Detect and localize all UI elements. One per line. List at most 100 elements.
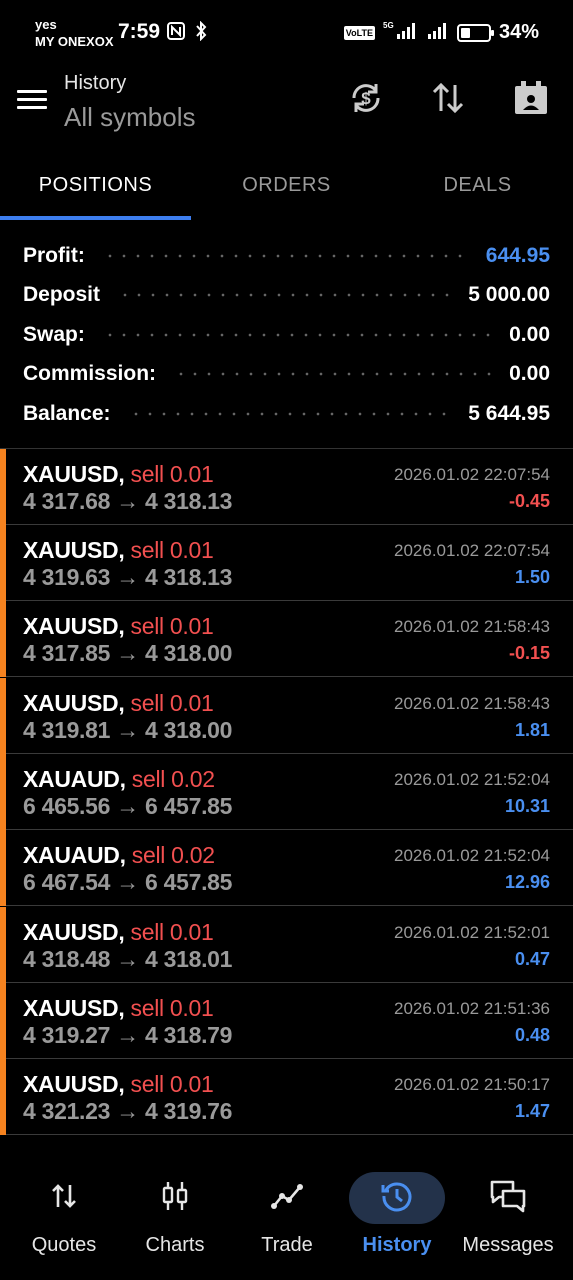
page-title: History (64, 72, 127, 94)
position-marker (0, 601, 6, 677)
signal-icon: 5G (383, 20, 419, 45)
position-profit: 0.47 (514, 949, 550, 969)
position-profit: 12.96 (504, 872, 550, 892)
position-symbol: XAUUSD, (23, 1071, 125, 1097)
position-side: sell 0.01 (130, 537, 214, 563)
nav-label: Messages (462, 1234, 554, 1256)
nav-charts[interactable]: Charts (120, 1172, 230, 1262)
summary-label: Commission: (23, 362, 157, 385)
nav-label: Trade (261, 1234, 313, 1256)
position-time: 2026.01.02 21:52:04 (394, 846, 550, 865)
currency-refresh-button[interactable]: $ (344, 78, 388, 122)
position-symbol: XAUUSD, (23, 995, 125, 1021)
tab-orders[interactable]: ORDERS (191, 150, 382, 220)
position-profit: -0.45 (508, 491, 550, 511)
position-profit: 1.81 (514, 720, 550, 740)
tab-positions[interactable]: POSITIONS (0, 150, 191, 220)
position-time: 2026.01.02 21:50:17 (394, 1075, 550, 1094)
history-icon (380, 1179, 414, 1218)
nav-trade[interactable]: Trade (232, 1172, 342, 1262)
position-row[interactable]: XAUUSD, sell 0.01 4 321.23 → 4 319.76 20… (0, 1059, 573, 1135)
svg-text:$: $ (361, 89, 371, 108)
position-symbol: XAUUSD, (23, 537, 125, 563)
position-profit: -0.15 (508, 643, 550, 663)
position-row[interactable]: XAUUSD, sell 0.01 4 317.85 → 4 318.00 20… (0, 601, 573, 677)
position-marker (0, 830, 6, 906)
tab-deals[interactable]: DEALS (382, 150, 573, 220)
position-row[interactable]: XAUUSD, sell 0.01 4 319.63 → 4 318.13 20… (0, 525, 573, 601)
position-prices: 4 318.48 → 4 318.01 (23, 946, 233, 972)
position-time: 2026.01.02 22:07:54 (394, 541, 550, 560)
position-profit: 10.31 (504, 796, 550, 816)
symbol-filter[interactable]: All symbols (64, 102, 195, 133)
summary-value: 5 644.95 (468, 402, 550, 425)
summary-value: 5 000.00 (468, 283, 550, 306)
calendar-button[interactable] (509, 78, 553, 122)
nav-history[interactable]: History (342, 1172, 452, 1262)
position-symbol: XAUAUD, (23, 766, 126, 792)
sort-button[interactable] (426, 78, 470, 122)
position-side: sell 0.02 (131, 766, 215, 792)
sort-arrows-icon (429, 79, 467, 122)
summary-value: 644.95 (485, 244, 550, 267)
battery-percent: 34% (498, 21, 539, 43)
position-side: sell 0.01 (130, 690, 214, 716)
nfc-icon (166, 21, 186, 46)
position-time: 2026.01.02 21:58:43 (394, 694, 550, 713)
position-time: 2026.01.02 21:58:43 (394, 617, 550, 636)
position-prices: 6 465.56 → 6 457.85 (23, 793, 233, 819)
nav-messages[interactable]: Messages (453, 1172, 563, 1262)
position-side: sell 0.01 (130, 919, 214, 945)
position-marker (0, 983, 6, 1059)
position-prices: 4 319.63 → 4 318.13 (23, 564, 233, 590)
trade-icon (271, 1181, 303, 1216)
calendar-icon (512, 79, 550, 122)
summary-value: 0.00 (509, 323, 550, 346)
bottom-navigation: Quotes Charts Trade History Messages (0, 1140, 573, 1280)
position-prices: 4 317.85 → 4 318.00 (23, 640, 233, 666)
position-marker (0, 449, 6, 525)
quotes-icon (49, 1181, 79, 1216)
position-row[interactable]: XAUUSD, sell 0.01 4 319.27 → 4 318.79 20… (0, 983, 573, 1059)
currency-refresh-icon: $ (347, 79, 385, 122)
bluetooth-icon (194, 20, 208, 46)
status-bar: yes MY ONEXOX 7:59 VoLTE 5G 34% (0, 0, 573, 60)
net-type-label: 5G (383, 21, 394, 30)
position-marker (0, 678, 6, 754)
position-symbol: XAUUSD, (23, 613, 125, 639)
carrier-name-secondary: MY ONEXOX (35, 34, 114, 49)
summary-value: 0.00 (509, 362, 550, 385)
menu-button[interactable] (17, 88, 47, 112)
position-marker (0, 525, 6, 601)
position-prices: 4 317.68 → 4 318.13 (23, 488, 233, 514)
battery-icon (456, 23, 494, 42)
summary-label: Deposit (23, 283, 101, 306)
position-marker (0, 907, 6, 983)
active-tab-indicator (0, 216, 191, 220)
summary-row-commission: Commission: 0.00 (23, 354, 550, 394)
position-time: 2026.01.02 21:52:01 (394, 923, 550, 942)
position-prices: 6 467.54 → 6 457.85 (23, 869, 233, 895)
nav-quotes[interactable]: Quotes (9, 1172, 119, 1262)
nav-label: History (362, 1234, 432, 1256)
position-symbol: XAUAUD, (23, 842, 126, 868)
position-row[interactable]: XAUAUD, sell 0.02 6 465.56 → 6 457.85 20… (0, 754, 573, 830)
hamburger-icon (17, 90, 47, 93)
summary-row-profit: Profit: 644.95 (23, 236, 550, 276)
history-tabs: POSITIONS ORDERS DEALS (0, 150, 573, 222)
position-side: sell 0.01 (130, 995, 214, 1021)
position-row[interactable]: XAUUSD, sell 0.01 4 319.81 → 4 318.00 20… (0, 678, 573, 754)
charts-icon (160, 1180, 190, 1217)
summary-label: Balance: (23, 402, 111, 425)
summary-label: Profit: (23, 244, 85, 267)
summary-row-deposit: Deposit 5 000.00 (23, 275, 550, 315)
nav-label: Quotes (31, 1234, 97, 1256)
position-row[interactable]: XAUUSD, sell 0.01 4 317.68 → 4 318.13 20… (0, 449, 573, 525)
dotted-leader (102, 254, 468, 258)
position-side: sell 0.02 (131, 842, 215, 868)
position-row[interactable]: XAUUSD, sell 0.01 4 318.48 → 4 318.01 20… (0, 907, 573, 983)
position-side: sell 0.01 (130, 1071, 214, 1097)
position-profit: 1.47 (514, 1101, 550, 1121)
dotted-leader (102, 333, 492, 337)
position-row[interactable]: XAUAUD, sell 0.02 6 467.54 → 6 457.85 20… (0, 830, 573, 906)
